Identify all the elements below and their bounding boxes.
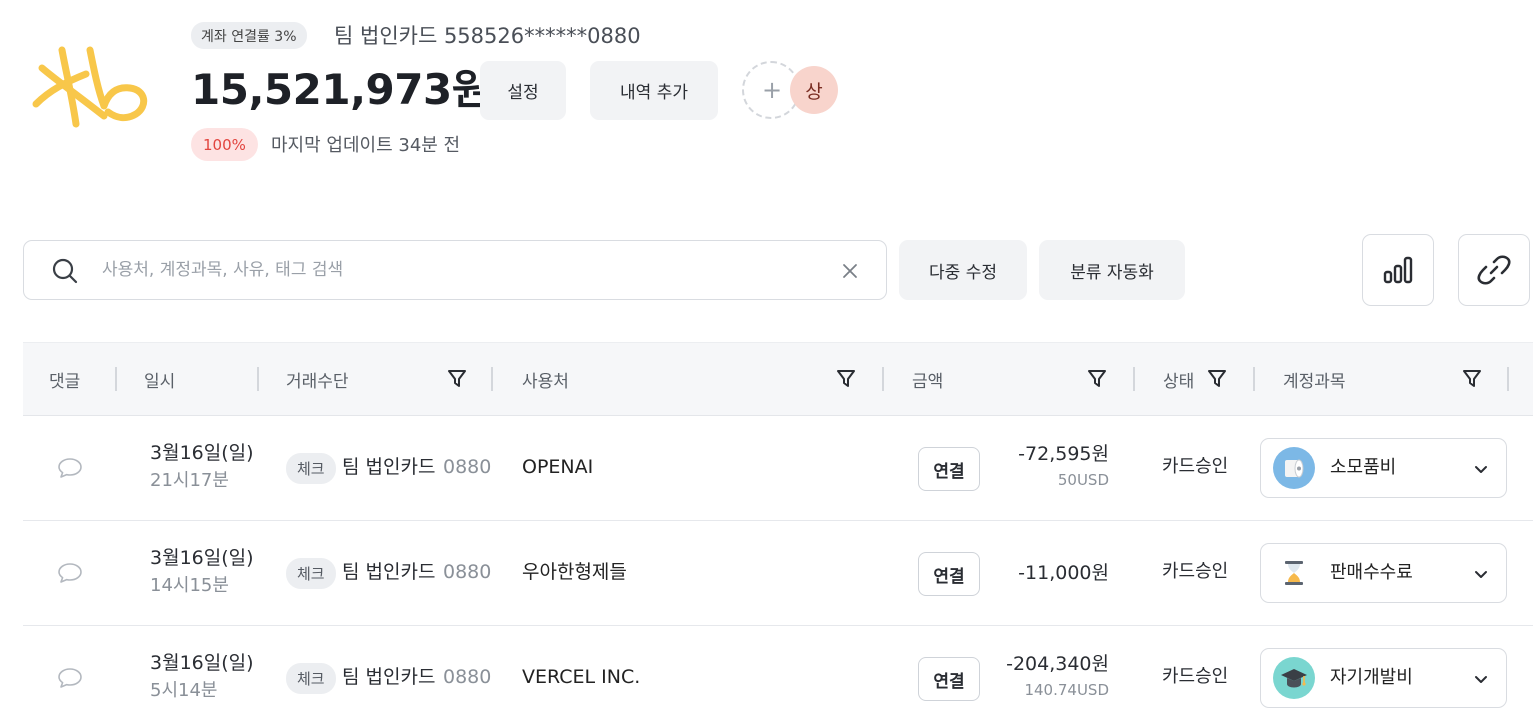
payment-card-last4: 0880 — [443, 561, 492, 583]
filter-icon[interactable] — [1207, 368, 1227, 390]
bar-chart-icon — [1383, 256, 1413, 284]
account-category-label: 자기개발비 — [1330, 667, 1413, 688]
payment-card-name: 팀 법인카드 — [342, 561, 436, 583]
transaction-amount: -204,340원 — [1006, 653, 1109, 675]
merchant-name: VERCEL INC. — [522, 666, 641, 688]
graduation-cap-icon — [1273, 657, 1315, 699]
comment-icon[interactable] — [57, 561, 83, 585]
link-receipt-button[interactable]: 연결 — [918, 447, 980, 491]
link-button[interactable] — [1458, 234, 1530, 306]
filter-icon[interactable] — [836, 368, 856, 390]
percent-chip: 100% — [191, 128, 258, 161]
payment-card-last4: 0880 — [443, 666, 492, 688]
foreign-amount: 140.74USD — [1024, 681, 1109, 699]
search-icon — [52, 258, 78, 284]
auto-classify-button[interactable]: 분류 자동화 — [1039, 240, 1185, 300]
table-row[interactable]: 3월16일(일) 5시14분 체크 팀 법인카드 0880 VERCEL INC… — [23, 626, 1533, 725]
column-divider — [1133, 367, 1135, 391]
column-header-status[interactable]: 상태 — [1163, 343, 1194, 415]
payment-type-chip: 체크 — [286, 453, 336, 484]
column-header-date[interactable]: 일시 — [144, 343, 175, 415]
table-header: 댓글 일시 거래수단 사용처 금액 상태 계정과목 — [23, 342, 1533, 416]
account-category-select[interactable]: 판매수수료 — [1260, 543, 1507, 603]
link-receipt-button[interactable]: 연결 — [918, 657, 980, 701]
table-row[interactable]: 3월16일(일) 21시17분 체크 팀 법인카드 0880 OPENAI 연결… — [23, 416, 1533, 521]
transaction-time: 5시14분 — [150, 680, 218, 701]
merchant-name: OPENAI — [522, 456, 594, 478]
transaction-status: 카드승인 — [1162, 561, 1229, 582]
link-rate-chip: 계좌 연결률 3% — [191, 22, 307, 49]
account-category-label: 소모품비 — [1330, 457, 1397, 478]
settings-button[interactable]: 설정 — [480, 61, 566, 120]
column-divider — [882, 367, 884, 391]
column-header-account[interactable]: 계정과목 — [1283, 343, 1346, 415]
transaction-status: 카드승인 — [1162, 666, 1229, 687]
chevron-down-icon — [1475, 676, 1487, 683]
transaction-date: 3월16일(일) — [150, 442, 254, 464]
filter-icon[interactable] — [1462, 368, 1482, 390]
account-category-label: 판매수수료 — [1330, 562, 1413, 583]
column-divider — [491, 367, 493, 391]
chevron-down-icon — [1475, 571, 1487, 578]
add-history-button[interactable]: 내역 추가 — [590, 61, 718, 120]
chevron-down-icon — [1475, 466, 1487, 473]
column-divider — [115, 367, 117, 391]
column-header-payment[interactable]: 거래수단 — [286, 343, 349, 415]
filter-icon[interactable] — [1087, 368, 1107, 390]
search-input[interactable] — [102, 251, 822, 289]
comment-icon[interactable] — [57, 456, 83, 480]
column-divider — [1507, 367, 1509, 391]
payment-card-name: 팀 법인카드 — [342, 666, 436, 688]
account-category-select[interactable]: 소모품비 — [1260, 438, 1507, 498]
merchant-name: 우아한형제들 — [522, 561, 627, 583]
payment-type-chip: 체크 — [286, 558, 336, 589]
payment-type-chip: 체크 — [286, 663, 336, 694]
link-icon — [1477, 255, 1511, 285]
transaction-status: 카드승인 — [1162, 456, 1229, 477]
payment-card-name: 팀 법인카드 — [342, 456, 436, 478]
column-divider — [1253, 367, 1255, 391]
comment-icon[interactable] — [57, 666, 83, 690]
transaction-date: 3월16일(일) — [150, 547, 254, 569]
search-box — [23, 240, 887, 300]
column-header-merchant[interactable]: 사용처 — [522, 343, 569, 415]
transaction-date: 3월16일(일) — [150, 652, 254, 674]
column-header-amount[interactable]: 금액 — [912, 343, 943, 415]
column-divider — [257, 367, 259, 391]
payment-card-last4: 0880 — [443, 456, 492, 478]
close-icon[interactable] — [840, 261, 860, 281]
toilet-paper-icon — [1273, 447, 1315, 489]
last-update-text: 마지막 업데이트 34분 전 — [271, 135, 461, 156]
transaction-time: 14시15분 — [150, 575, 229, 596]
link-receipt-button[interactable]: 연결 — [918, 552, 980, 596]
foreign-amount: 50USD — [1057, 471, 1109, 489]
transaction-time: 21시17분 — [150, 470, 229, 491]
plus-icon: + — [762, 76, 783, 104]
card-title: 팀 법인카드 558526******0880 — [334, 24, 641, 48]
member-avatar[interactable]: 상 — [790, 66, 838, 114]
account-category-select[interactable]: 자기개발비 — [1260, 648, 1507, 708]
filter-icon[interactable] — [447, 368, 467, 390]
hourglass-icon — [1273, 552, 1315, 594]
transaction-amount: -72,595원 — [1018, 443, 1109, 465]
column-header-comment: 댓글 — [49, 371, 81, 392]
bank-logo — [32, 44, 158, 136]
multi-edit-button[interactable]: 다중 수정 — [899, 240, 1027, 300]
transaction-amount: -11,000원 — [1018, 562, 1109, 584]
balance-amount: 15,521,973원 — [191, 65, 490, 114]
chart-button[interactable] — [1362, 234, 1434, 306]
table-row[interactable]: 3월16일(일) 14시15분 체크 팀 법인카드 0880 우아한형제들 연결… — [23, 521, 1533, 626]
